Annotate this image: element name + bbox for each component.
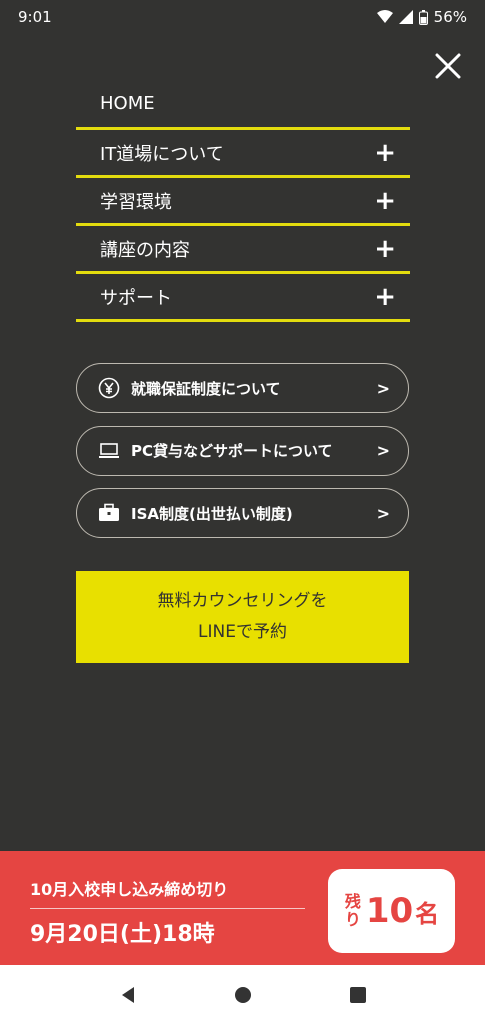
battery-percent: 56% (433, 8, 467, 26)
menu-item-support[interactable]: サポート + (76, 274, 410, 322)
status-icons: 56% (376, 8, 467, 26)
plus-icon[interactable]: + (374, 188, 396, 214)
signal-icon (398, 10, 413, 24)
status-time: 9:01 (18, 8, 52, 26)
close-button[interactable] (430, 48, 466, 84)
menu-item-about[interactable]: IT道場について + (76, 130, 410, 178)
plus-icon[interactable]: + (374, 284, 396, 310)
menu-item-label: HOME (100, 93, 155, 114)
menu-item-label: 学習環境 (100, 191, 172, 213)
remaining-seats-badge: 残り 10 名 (328, 869, 455, 953)
remaining-count: 10 (365, 891, 414, 931)
recents-button[interactable] (343, 980, 373, 1010)
yen-icon (97, 376, 121, 400)
deadline-date: 9月20日(土)18時 (30, 922, 215, 947)
isa-system-link[interactable]: ISA制度(出世払い制度) > (76, 488, 409, 538)
deadline-banner[interactable]: 10月入校申し込み締め切り 9月20日(土)18時 残り 10 名 (0, 851, 485, 965)
pill-label: 就職保証制度について (131, 379, 281, 398)
line-counseling-button[interactable]: 無料カウンセリングを LINEで予約 (76, 571, 409, 663)
plus-icon[interactable]: + (374, 236, 396, 262)
wifi-icon (376, 10, 393, 23)
battery-icon (418, 9, 428, 25)
system-nav-bar (0, 965, 485, 1024)
menu-item-label: 講座の内容 (100, 239, 190, 261)
menu-item-course-content[interactable]: 講座の内容 + (76, 226, 410, 274)
main-menu: HOME IT道場について + 学習環境 + 講座の内容 + サポート + (76, 80, 410, 322)
menu-item-label: IT道場について (100, 143, 224, 165)
chevron-right-icon: > (376, 378, 390, 398)
chevron-right-icon: > (376, 503, 390, 523)
menu-item-learning-environment[interactable]: 学習環境 + (76, 178, 410, 226)
pill-label: ISA制度(出世払い制度) (131, 504, 293, 523)
menu-item-home[interactable]: HOME (76, 80, 410, 130)
remaining-prefix: 残り (344, 892, 361, 929)
status-bar: 9:01 56% (0, 0, 485, 34)
cta-line2: LINEで予約 (198, 622, 287, 642)
link-list: 就職保証制度について > PC貸与などサポートについて > ISA制度(出世払い… (76, 363, 409, 551)
close-icon (435, 53, 461, 79)
menu-item-label: サポート (100, 287, 172, 309)
plus-icon[interactable]: + (374, 140, 396, 166)
briefcase-icon (97, 501, 121, 525)
back-icon (121, 986, 134, 1003)
home-icon (234, 986, 251, 1003)
laptop-icon (97, 439, 121, 463)
chevron-right-icon: > (376, 441, 390, 460)
pc-rental-support-link[interactable]: PC貸与などサポートについて > (76, 425, 409, 476)
pill-label: PC貸与などサポートについて (131, 442, 333, 460)
remaining-unit: 名 (415, 899, 440, 928)
deadline-label: 10月入校申し込み締め切り (30, 876, 305, 909)
cta-line1: 無料カウンセリングを (157, 591, 328, 611)
employment-guarantee-link[interactable]: 就職保証制度について > (76, 363, 409, 413)
recents-icon (349, 986, 366, 1003)
home-button[interactable] (228, 980, 258, 1010)
back-button[interactable] (113, 980, 143, 1010)
